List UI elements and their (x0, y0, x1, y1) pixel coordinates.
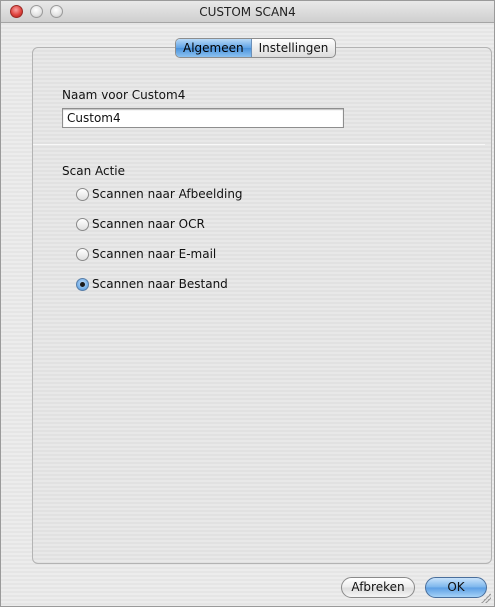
radio-button-bestand[interactable] (76, 277, 89, 291)
section-divider (33, 144, 485, 145)
tab-algemeen[interactable]: Algemeen (176, 39, 252, 57)
radio-option-email[interactable]: Scannen naar E-mail (76, 246, 216, 262)
radio-option-bestand[interactable]: Scannen naar Bestand (76, 276, 228, 292)
radio-button-ocr[interactable] (76, 217, 89, 231)
radio-button-afbeelding[interactable] (76, 187, 89, 201)
window-title: CUSTOM SCAN4 (199, 5, 296, 19)
radio-option-ocr[interactable]: Scannen naar OCR (76, 216, 205, 232)
radio-label-afbeelding: Scannen naar Afbeelding (92, 187, 243, 201)
radio-label-email: Scannen naar E-mail (92, 247, 217, 261)
title-bar: CUSTOM SCAN4 (1, 1, 494, 23)
radio-label-bestand: Scannen naar Bestand (92, 277, 228, 291)
radio-option-afbeelding[interactable]: Scannen naar Afbeelding (76, 186, 243, 202)
name-field-label: Naam voor Custom4 (62, 88, 186, 102)
cancel-button[interactable]: Afbreken (341, 577, 415, 598)
ok-button[interactable]: OK (425, 577, 487, 598)
resize-grip-icon[interactable] (481, 593, 491, 603)
radio-button-email[interactable] (76, 247, 89, 261)
custom-scan-window: CUSTOM SCAN4 Algemeen Instellingen Naam … (0, 0, 495, 607)
tab-bar: Algemeen Instellingen (175, 38, 337, 58)
tab-instellingen[interactable]: Instellingen (252, 39, 336, 57)
radio-label-ocr: Scannen naar OCR (92, 217, 205, 231)
name-input[interactable]: Custom4 (62, 108, 344, 128)
scan-action-heading: Scan Actie (62, 164, 126, 178)
